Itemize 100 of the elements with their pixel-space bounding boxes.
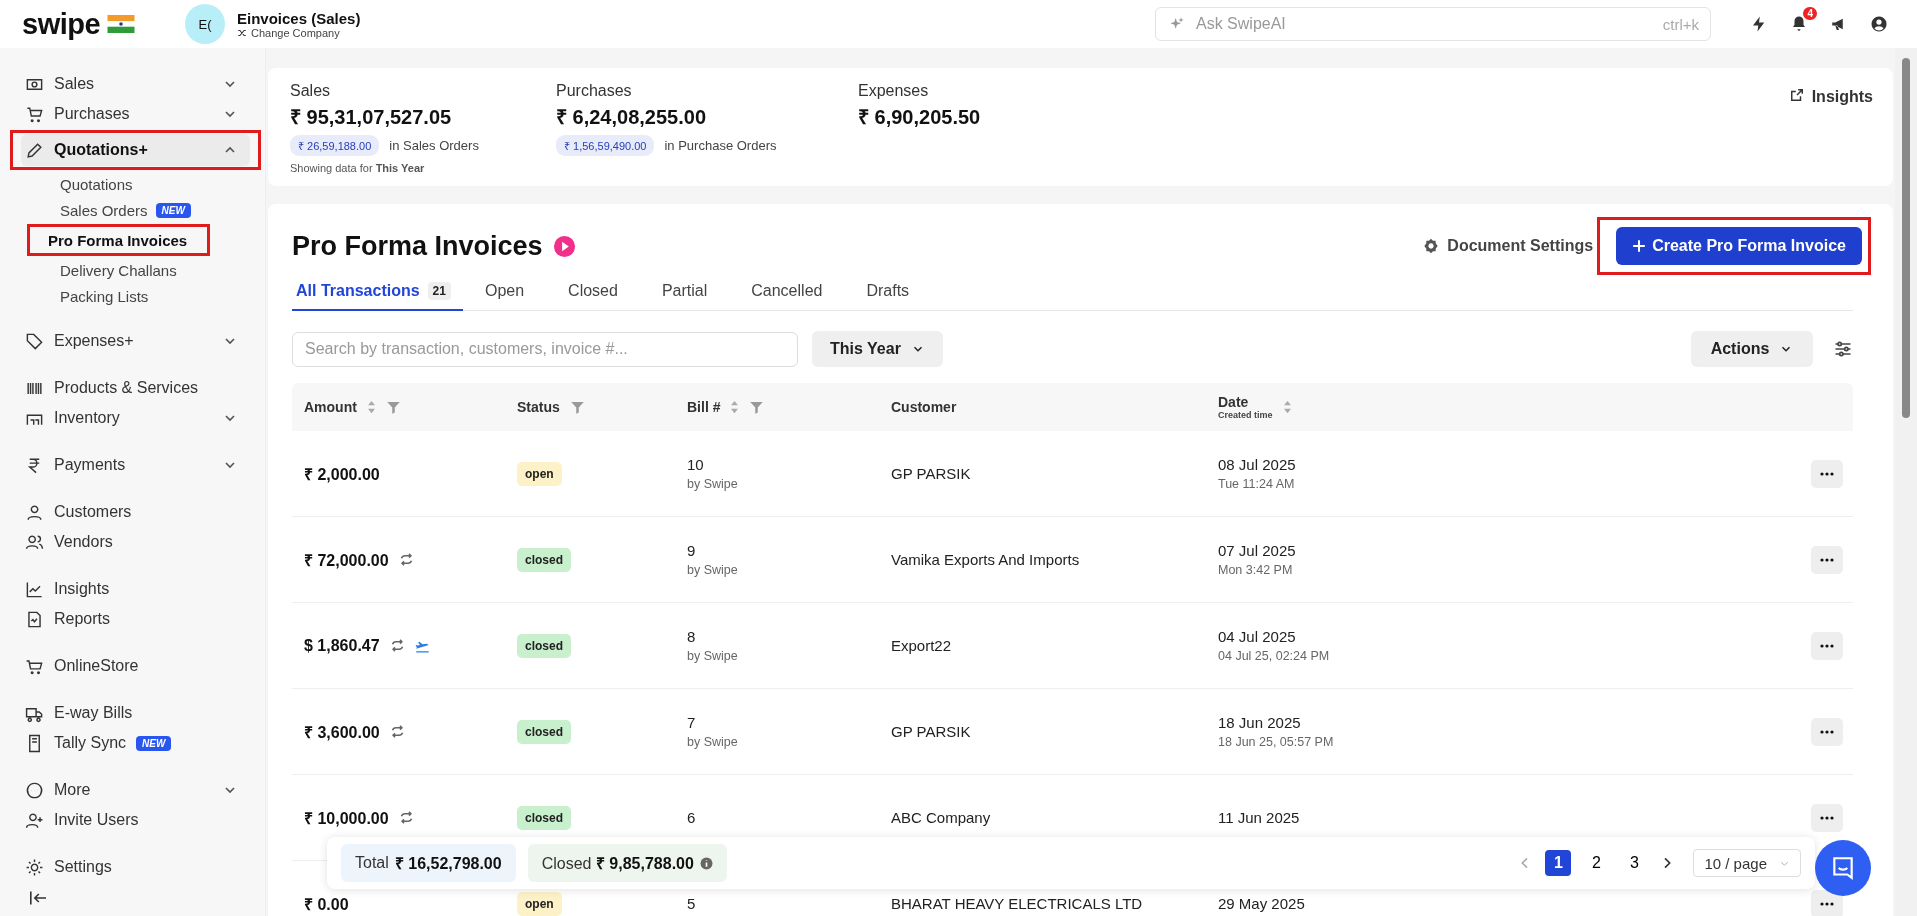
status-tag: closed (517, 547, 571, 572)
date-cell: 18 Jun 2025 (1218, 714, 1301, 731)
sidebar-item[interactable]: Inventory (21, 403, 250, 433)
sidebar-item[interactable]: Purchases (21, 99, 250, 129)
filter-tab[interactable]: Open (462, 272, 547, 311)
closed-total: Closed ₹ 9,85,788.00 (541, 854, 694, 874)
customer-name[interactable]: BHARAT HEAVY ELECTRICALS LTD (891, 895, 1143, 912)
column-header: Amount (304, 399, 357, 415)
document-icon (25, 609, 44, 629)
filter-tab[interactable]: Partial (639, 272, 730, 311)
change-company-link[interactable]: Change Company (251, 26, 340, 39)
filter-icon[interactable] (749, 399, 765, 415)
period-dropdown[interactable]: This Year (812, 331, 943, 367)
sidebar-subitem[interactable]: Packing Lists (48, 283, 149, 309)
customer-name[interactable]: Export22 (891, 637, 952, 654)
search-field[interactable]: Search by transaction, customers, invoice #... (292, 331, 798, 367)
sidebar-item[interactable]: Products & Services (21, 373, 250, 403)
filter-tab[interactable]: All Transactions 21 (292, 272, 463, 311)
company-name[interactable]: Einvoices (Sales) (237, 9, 361, 27)
stat-note: in Sales Orders (389, 138, 479, 153)
customer-name[interactable]: GP PARSIK (891, 465, 971, 482)
scrollbar[interactable] (1895, 48, 1917, 916)
sliders-icon[interactable] (1833, 339, 1853, 359)
sidebar-item[interactable]: Vendors (21, 527, 250, 557)
sidebar-subitem[interactable]: Quotations (48, 171, 133, 197)
pencil-icon (25, 140, 44, 160)
cart-icon (25, 104, 44, 124)
bill-number: 7 (687, 714, 696, 731)
status-tag: closed (517, 719, 571, 744)
sort-icon[interactable] (1282, 400, 1292, 414)
more-button[interactable] (1811, 717, 1843, 746)
amount-cell-text: ₹ 72,000.00 (304, 550, 389, 571)
info-icon[interactable] (699, 856, 713, 870)
amount-cell-text: ₹ 3,600.00 (304, 722, 380, 743)
filter-icon[interactable] (569, 399, 585, 415)
plus-icon (1632, 239, 1647, 253)
sidebar-item[interactable]: Invite Users (21, 805, 250, 835)
sidebar-item[interactable]: Quotations+ (21, 134, 250, 166)
more-button[interactable] (1811, 803, 1843, 832)
sidebar-item[interactable]: Sales (21, 69, 250, 99)
column-header: Date (1218, 394, 1250, 410)
create-button[interactable]: Create Pro Forma Invoice (1616, 227, 1862, 265)
stat-value: ₹ 6,24,08,255.00 (556, 105, 707, 130)
page-button[interactable]: 3 (1621, 850, 1648, 876)
filter-tab[interactable]: Closed (546, 272, 640, 311)
sidebar-item[interactable]: More (21, 775, 250, 805)
more-button[interactable] (1811, 459, 1843, 488)
sidebar-subitem[interactable]: Delivery Challans (48, 257, 177, 283)
actions-dropdown[interactable]: Actions (1691, 331, 1813, 367)
sidebar-item[interactable]: Reports (21, 604, 250, 634)
customer-name[interactable]: GP PARSIK (891, 723, 971, 740)
page-size-dropdown[interactable]: 10 / page (1693, 849, 1801, 877)
more-button[interactable] (1811, 545, 1843, 574)
sidebar-item[interactable]: E-way Bills (21, 698, 250, 728)
sidebar-item[interactable]: Customers (21, 497, 250, 527)
sort-icon[interactable] (366, 400, 376, 414)
column-header: Customer (891, 399, 957, 415)
collapse-sidebar-icon[interactable] (28, 890, 48, 906)
gear-icon (25, 857, 44, 877)
sidebar-subitem[interactable]: Pro Forma Invoices (48, 227, 188, 253)
sort-icon[interactable] (730, 400, 740, 414)
insights-link[interactable]: Insights (1789, 88, 1873, 106)
company-avatar[interactable]: E( (185, 4, 225, 44)
logo[interactable]: swipe (22, 9, 101, 39)
column-header: Status (517, 399, 560, 415)
account-icon[interactable] (1870, 15, 1888, 33)
created-by: by Swipe (687, 649, 738, 663)
status-tag: open (517, 891, 562, 916)
filter-tab[interactable]: Cancelled (729, 272, 845, 311)
column-subheader: Created time (1218, 410, 1273, 420)
document-settings-link[interactable]: Document Settings (1423, 237, 1594, 255)
chat-icon (1830, 855, 1856, 881)
customer-name[interactable]: Vamika Exports And Imports (891, 551, 1080, 568)
notifications-icon[interactable] (1790, 15, 1808, 33)
bill-number: 10 (687, 456, 704, 473)
date-cell: 07 Jul 2025 (1218, 542, 1296, 559)
more-dots-icon (1820, 471, 1834, 476)
sidebar-item[interactable]: Payments (21, 450, 250, 480)
sidebar-item[interactable]: OnlineStore (21, 651, 250, 681)
more-dots-icon (1820, 643, 1834, 648)
sidebar-item[interactable]: Tally Sync NEW (21, 728, 250, 758)
page-button[interactable]: 2 (1583, 850, 1610, 876)
customer-name[interactable]: ABC Company (891, 809, 991, 826)
bill-number: 5 (687, 895, 696, 912)
sidebar-item[interactable]: Expenses+ (21, 326, 250, 356)
more-button[interactable] (1811, 631, 1843, 660)
created-by: by Swipe (687, 477, 738, 491)
sidebar-item[interactable]: Insights (21, 574, 250, 604)
sidebar-subitem[interactable]: Sales Orders NEW (48, 197, 191, 223)
amount-cell: $ 1,860.47 (304, 636, 380, 655)
more-button[interactable] (1811, 889, 1843, 916)
sidebar-item[interactable]: Settings (21, 852, 250, 880)
filter-icon[interactable] (385, 399, 401, 415)
page-button[interactable]: 1 (1545, 850, 1572, 876)
filter-tab[interactable]: Drafts (844, 272, 932, 311)
play-icon[interactable] (552, 234, 576, 258)
date-cell: 04 Jul 2025 (1218, 628, 1296, 645)
more-dots-icon (1820, 729, 1834, 734)
status-tag: closed (517, 633, 571, 658)
amount-cell-text: ₹ 2,000.00 (304, 464, 380, 485)
